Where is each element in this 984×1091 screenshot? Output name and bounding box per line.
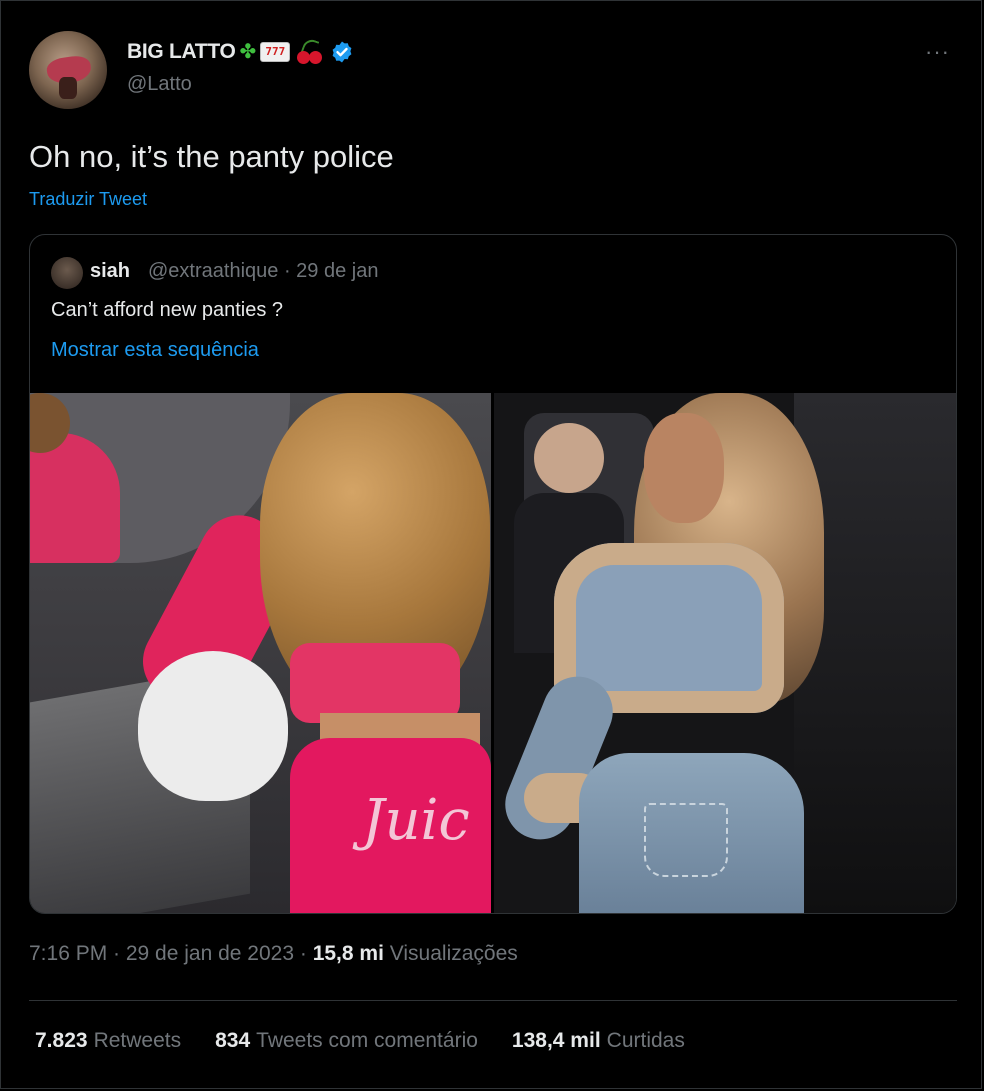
divider <box>29 1088 957 1089</box>
engagement-stats: 7.823 Retweets 834 Tweets com comentário 1… <box>35 1029 685 1053</box>
likes-stat[interactable]: 138,4 mil Curtidas <box>512 1029 685 1053</box>
quoted-tweet[interactable]: siah @extraathique · 29 de jan Can’t aff… <box>29 234 957 914</box>
retweets-stat[interactable]: 7.823 Retweets <box>35 1029 181 1053</box>
quoted-author-handle-date: @extraathique · 29 de jan <box>148 260 379 282</box>
tweet-meta: 7:16 PM · 29 de jan de 2023 · 15,8 mi Vi… <box>29 942 518 966</box>
tweet-container: BIG LATTO ✤ 777 @Latto ··· Oh no, it’s t… <box>0 0 982 1089</box>
quoted-author-avatar[interactable] <box>51 257 83 289</box>
views-count: 15,8 mi <box>312 942 384 965</box>
slot-machine-icon: 777 <box>260 42 291 62</box>
avatar-image-shape <box>59 77 77 99</box>
photo-pants-lettering: Juic <box>362 788 470 853</box>
translate-tweet-link[interactable]: Traduzir Tweet <box>29 189 147 210</box>
quoted-photo-1[interactable]: Juic <box>30 393 491 913</box>
verified-badge-icon <box>332 41 352 63</box>
more-options-button[interactable]: ··· <box>925 39 950 65</box>
author-avatar[interactable] <box>29 31 107 109</box>
photo-sink <box>138 651 288 801</box>
quote-tweets-stat[interactable]: 834 Tweets com comentário <box>215 1029 478 1053</box>
quoted-photo-2[interactable] <box>494 393 956 913</box>
photo-man-head <box>534 423 604 493</box>
clover-icon: ✤ <box>239 41 257 63</box>
photo-woman-face <box>644 413 724 523</box>
author-display-name[interactable]: BIG LATTO <box>127 40 236 64</box>
views-label: Visualizações <box>389 942 518 965</box>
cherries-icon <box>294 37 324 66</box>
author-handle[interactable]: @Latto <box>127 73 192 96</box>
photo-top <box>290 643 460 723</box>
photo-jeans-pocket <box>644 803 728 877</box>
photo-car-door <box>794 393 956 913</box>
show-thread-link[interactable]: Mostrar esta sequência <box>51 339 259 362</box>
quoted-tweet-text: Can’t afford new panties ? <box>51 299 284 321</box>
author-name-row[interactable]: BIG LATTO ✤ 777 <box>127 37 354 67</box>
divider <box>29 1000 957 1001</box>
tweet-timestamp[interactable]: 7:16 PM · 29 de jan de 2023 · <box>29 942 313 965</box>
quoted-author-name[interactable]: siah <box>90 260 130 283</box>
tweet-text: Oh no, it’s the panty police <box>29 139 394 174</box>
